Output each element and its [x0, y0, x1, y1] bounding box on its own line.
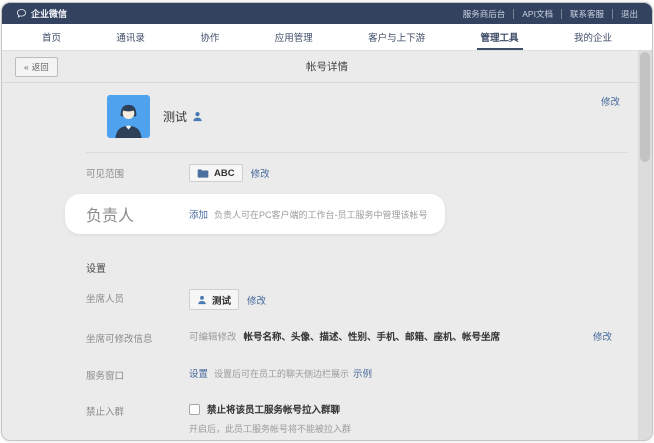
nav-item-customers[interactable]: 客户与上下游 [358, 24, 435, 50]
settings-section-title: 设置 [86, 260, 612, 275]
agent-value: 测试 修改 [189, 289, 612, 310]
row-agent: 坐席人员 测试 修改 [86, 289, 612, 310]
owner-value: 添加 负责人可在PC客户端的工作台-员工服务中管理该帐号 [189, 207, 428, 221]
agent-label: 坐席人员 [86, 289, 189, 305]
divider [86, 152, 628, 153]
profile-section: 测试 修改 [107, 91, 612, 152]
nav-item-my-company[interactable]: 我的企业 [564, 24, 622, 50]
agent-tag-text: 测试 [212, 293, 231, 307]
editable-info-value: 可编辑修改 帐号名称、头像、描述、性别、手机、邮箱、座机、帐号坐席 修改 [189, 329, 612, 343]
nav-item-home[interactable]: 首页 [32, 24, 71, 50]
person-icon [192, 111, 203, 122]
service-window-hint: 设置后可在员工的聊天侧边栏展示 [214, 367, 349, 380]
nav-item-contacts[interactable]: 通讯录 [106, 24, 155, 50]
row-service-window: 服务窗口 设置 设置后可在员工的聊天侧边栏展示 示例 [86, 366, 612, 382]
row-ban-group: 禁止入群 禁止将该员工服务帐号拉入群聊 开启后，此员工服务帐号将不能被拉入群 [86, 402, 612, 435]
chevrons-left-icon: « [24, 62, 29, 72]
visible-range-tag-text: ABC [214, 168, 235, 179]
row-owner: 负责人 添加 负责人可在PC客户端的工作台-员工服务中管理该帐号 [65, 194, 445, 234]
topbar: 企业微信 服务商后台 API文档 联系客服 退出 [2, 3, 652, 24]
subheader: « 返回 帐号详情 [2, 51, 652, 83]
back-button[interactable]: « 返回 [15, 57, 58, 77]
visible-range-modify-link[interactable]: 修改 [251, 166, 270, 180]
ban-group-option: 禁止将该员工服务帐号拉入群聊 [189, 402, 340, 416]
page-title: 帐号详情 [2, 59, 652, 74]
chat-bubble-icon [16, 8, 27, 19]
person-icon [197, 295, 207, 305]
topbar-link-api-docs[interactable]: API文档 [514, 9, 562, 19]
back-button-label: 返回 [32, 61, 49, 73]
row-editable-info: 坐席可修改信息 可编辑修改 帐号名称、头像、描述、性别、手机、邮箱、座机、帐号坐… [86, 329, 612, 345]
account-name: 测试 [163, 108, 187, 125]
account-name-wrap: 测试 [163, 108, 203, 125]
owner-label: 负责人 [86, 202, 189, 226]
avatar [107, 95, 150, 138]
service-window-setup-link[interactable]: 设置 [189, 366, 208, 380]
agent-tag: 测试 [189, 289, 239, 310]
brand-name: 企业微信 [31, 7, 67, 20]
ban-group-checkbox-label: 禁止将该员工服务帐号拉入群聊 [207, 402, 340, 416]
topbar-link-service-provider-console[interactable]: 服务商后台 [455, 9, 515, 19]
nav-item-collaboration[interactable]: 协作 [190, 24, 229, 50]
service-window-example-link[interactable]: 示例 [353, 366, 372, 380]
scrollbar-thumb[interactable] [640, 52, 650, 162]
nav-item-app-management[interactable]: 应用管理 [265, 24, 323, 50]
ban-group-checkbox[interactable] [189, 404, 200, 415]
editable-info-modify-link[interactable]: 修改 [593, 329, 612, 343]
service-window-value: 设置 设置后可在员工的聊天侧边栏展示 示例 [189, 366, 612, 380]
ban-group-hint: 开启后，此员工服务帐号将不能被拉入群 [189, 422, 351, 435]
owner-add-link[interactable]: 添加 [189, 207, 208, 221]
visible-range-value: ABC 修改 [189, 164, 612, 182]
visible-range-label: 可见范围 [86, 164, 189, 180]
topbar-link-contact-support[interactable]: 联系客服 [562, 9, 613, 19]
main-nav: 首页 通讯录 协作 应用管理 客户与上下游 管理工具 我的企业 [2, 24, 652, 51]
app-window: 企业微信 服务商后台 API文档 联系客服 退出 首页 通讯录 协作 应用管理 … [1, 2, 653, 441]
row-visible-range: 可见范围 ABC 修改 [86, 164, 612, 182]
owner-hint: 负责人可在PC客户端的工作台-员工服务中管理该帐号 [214, 208, 428, 221]
editable-info-mode: 可编辑修改 [189, 329, 237, 343]
ban-group-label: 禁止入群 [86, 402, 189, 418]
topbar-link-logout[interactable]: 退出 [613, 9, 638, 19]
service-window-label: 服务窗口 [86, 366, 189, 382]
editable-info-label: 坐席可修改信息 [86, 329, 189, 345]
folder-icon [197, 169, 209, 178]
visible-range-tag: ABC [189, 164, 243, 182]
topbar-links: 服务商后台 API文档 联系客服 退出 [455, 9, 638, 19]
profile-modify-link[interactable]: 修改 [601, 94, 620, 108]
brand-logo[interactable]: 企业微信 [16, 7, 67, 20]
agent-modify-link[interactable]: 修改 [247, 293, 266, 307]
editable-info-fields: 帐号名称、头像、描述、性别、手机、邮箱、座机、帐号坐席 [244, 329, 501, 343]
nav-item-management-tools[interactable]: 管理工具 [471, 24, 529, 50]
ban-group-value: 禁止将该员工服务帐号拉入群聊 开启后，此员工服务帐号将不能被拉入群 [189, 402, 612, 435]
account-detail-panel: 测试 修改 可见范围 ABC 修改 负责人 [2, 83, 652, 441]
scrollbar[interactable] [638, 50, 652, 440]
